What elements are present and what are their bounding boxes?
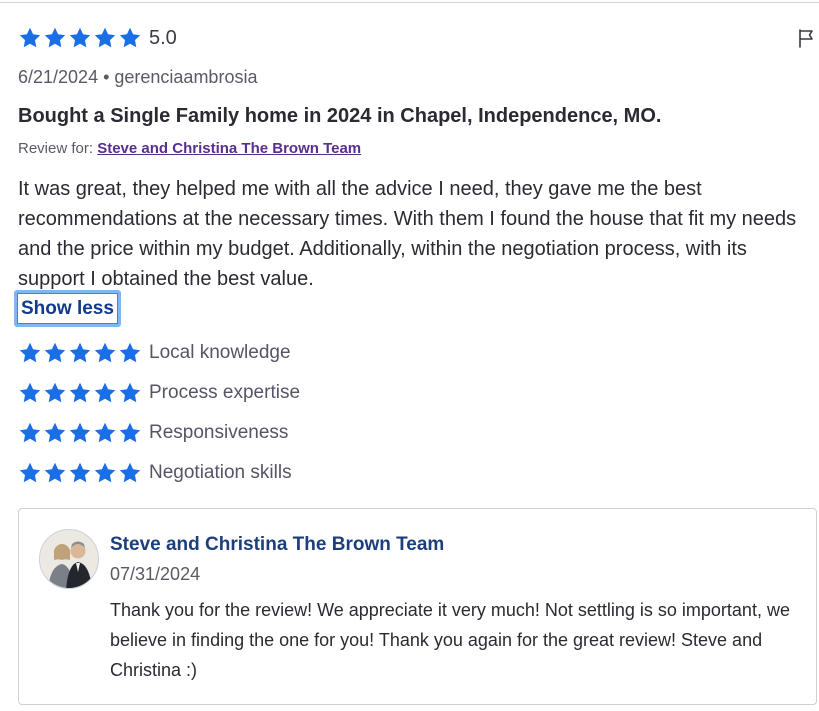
category-rating-local-knowledge: Local knowledge — [18, 341, 291, 365]
star-icon — [43, 461, 67, 485]
star-icon — [68, 461, 92, 485]
agent-link[interactable]: Steve and Christina The Brown Team — [97, 140, 361, 157]
star-icon — [118, 26, 142, 50]
overall-rating: 5.0 — [18, 26, 177, 50]
agent-reply-card: Steve and Christina The Brown Team 07/31… — [18, 508, 817, 705]
star-icon — [68, 421, 92, 445]
top-divider — [0, 2, 819, 3]
star-icon — [93, 421, 117, 445]
flag-icon[interactable] — [796, 28, 816, 48]
review-title: Bought a Single Family home in 2024 in C… — [18, 105, 662, 127]
review-for: Review for: Steve and Christina The Brow… — [18, 140, 361, 157]
category-stars — [18, 381, 142, 405]
star-icon — [93, 26, 117, 50]
category-label: Responsiveness — [149, 422, 289, 443]
star-icon — [18, 421, 42, 445]
rating-value: 5.0 — [149, 26, 177, 49]
star-icon — [93, 461, 117, 485]
reply-date: 07/31/2024 — [110, 564, 201, 584]
overall-stars — [18, 26, 142, 50]
star-icon — [118, 461, 142, 485]
star-icon — [18, 461, 42, 485]
star-icon — [43, 421, 67, 445]
team-avatar — [39, 529, 99, 589]
category-label: Local knowledge — [149, 342, 291, 363]
star-icon — [68, 381, 92, 405]
star-icon — [43, 26, 67, 50]
reply-author-name: Steve and Christina The Brown Team — [110, 534, 445, 555]
star-icon — [93, 341, 117, 365]
star-icon — [43, 381, 67, 405]
category-rating-negotiation-skills: Negotiation skills — [18, 461, 292, 485]
star-icon — [18, 26, 42, 50]
star-icon — [18, 381, 42, 405]
star-icon — [118, 341, 142, 365]
show-less-button[interactable]: Show less — [14, 290, 121, 327]
star-icon — [68, 341, 92, 365]
review-for-label: Review for: — [18, 140, 98, 157]
category-stars — [18, 341, 142, 365]
star-icon — [18, 341, 42, 365]
review-body: It was great, they helped me with all th… — [18, 178, 797, 290]
review-meta: 6/21/2024 • gerenciaambrosia — [18, 67, 258, 87]
category-rating-responsiveness: Responsiveness — [18, 421, 288, 445]
category-stars — [18, 461, 142, 485]
category-rating-process-expertise: Process expertise — [18, 381, 300, 405]
star-icon — [118, 421, 142, 445]
star-icon — [43, 341, 67, 365]
reply-body: Thank you for the review! We appreciate … — [110, 600, 790, 680]
category-label: Process expertise — [149, 382, 301, 403]
category-stars — [18, 421, 142, 445]
category-label: Negotiation skills — [149, 462, 292, 483]
star-icon — [93, 381, 117, 405]
star-icon — [68, 26, 92, 50]
star-icon — [118, 381, 142, 405]
